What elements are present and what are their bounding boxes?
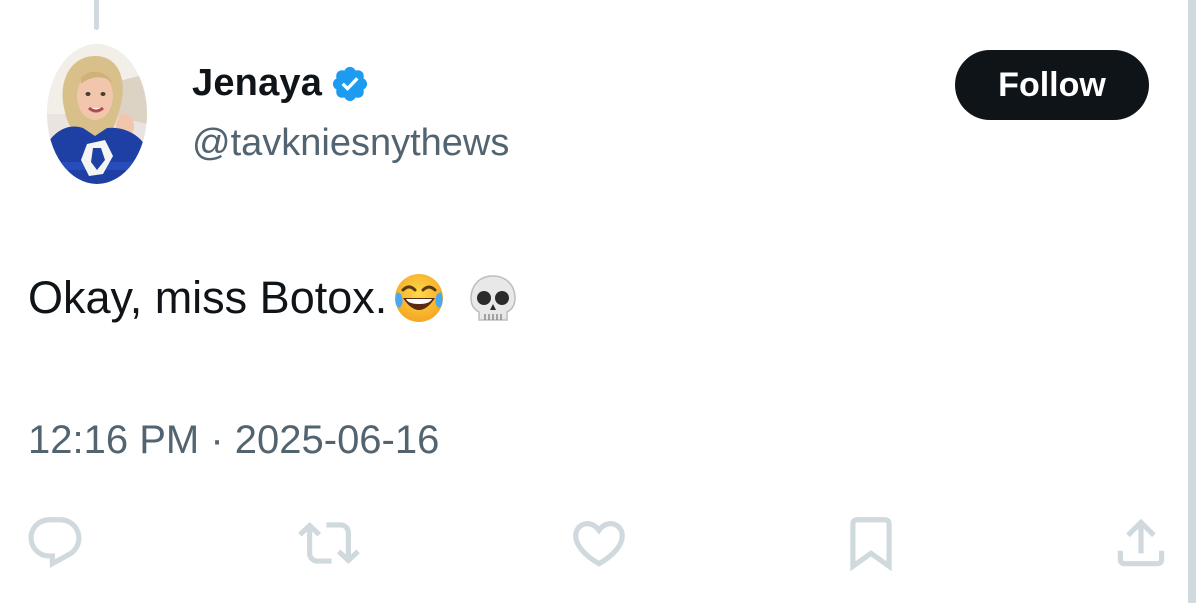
retweet-icon bbox=[298, 522, 360, 564]
like-icon bbox=[573, 521, 625, 567]
author-handle[interactable]: @tavkniesnythews bbox=[192, 122, 509, 165]
avatar[interactable] bbox=[47, 44, 147, 184]
tweet-timestamp[interactable]: 12:16 PM · 2025-06-16 bbox=[28, 418, 439, 463]
reply-button[interactable] bbox=[22, 510, 88, 576]
tweet-text-content: Okay, miss Botox. bbox=[28, 272, 388, 323]
display-name[interactable]: Jenaya bbox=[192, 62, 322, 105]
reply-icon bbox=[28, 517, 82, 569]
share-button[interactable] bbox=[1108, 510, 1174, 576]
bookmark-button[interactable] bbox=[838, 510, 904, 576]
tears-of-joy-emoji-icon bbox=[395, 274, 444, 322]
author-name-row: Jenaya bbox=[192, 62, 370, 105]
like-button[interactable] bbox=[566, 510, 632, 576]
thread-connector-line bbox=[94, 0, 99, 30]
share-icon bbox=[1117, 518, 1165, 567]
bookmark-icon bbox=[850, 517, 892, 572]
tweet-action-bar bbox=[0, 510, 1200, 580]
follow-button[interactable]: Follow bbox=[955, 50, 1149, 120]
retweet-button[interactable] bbox=[296, 510, 362, 576]
verified-badge-icon bbox=[333, 66, 368, 101]
skull-emoji-icon bbox=[470, 275, 517, 321]
tweet-text: Okay, miss Botox. bbox=[28, 270, 521, 326]
profile-photo-icon bbox=[47, 44, 147, 184]
